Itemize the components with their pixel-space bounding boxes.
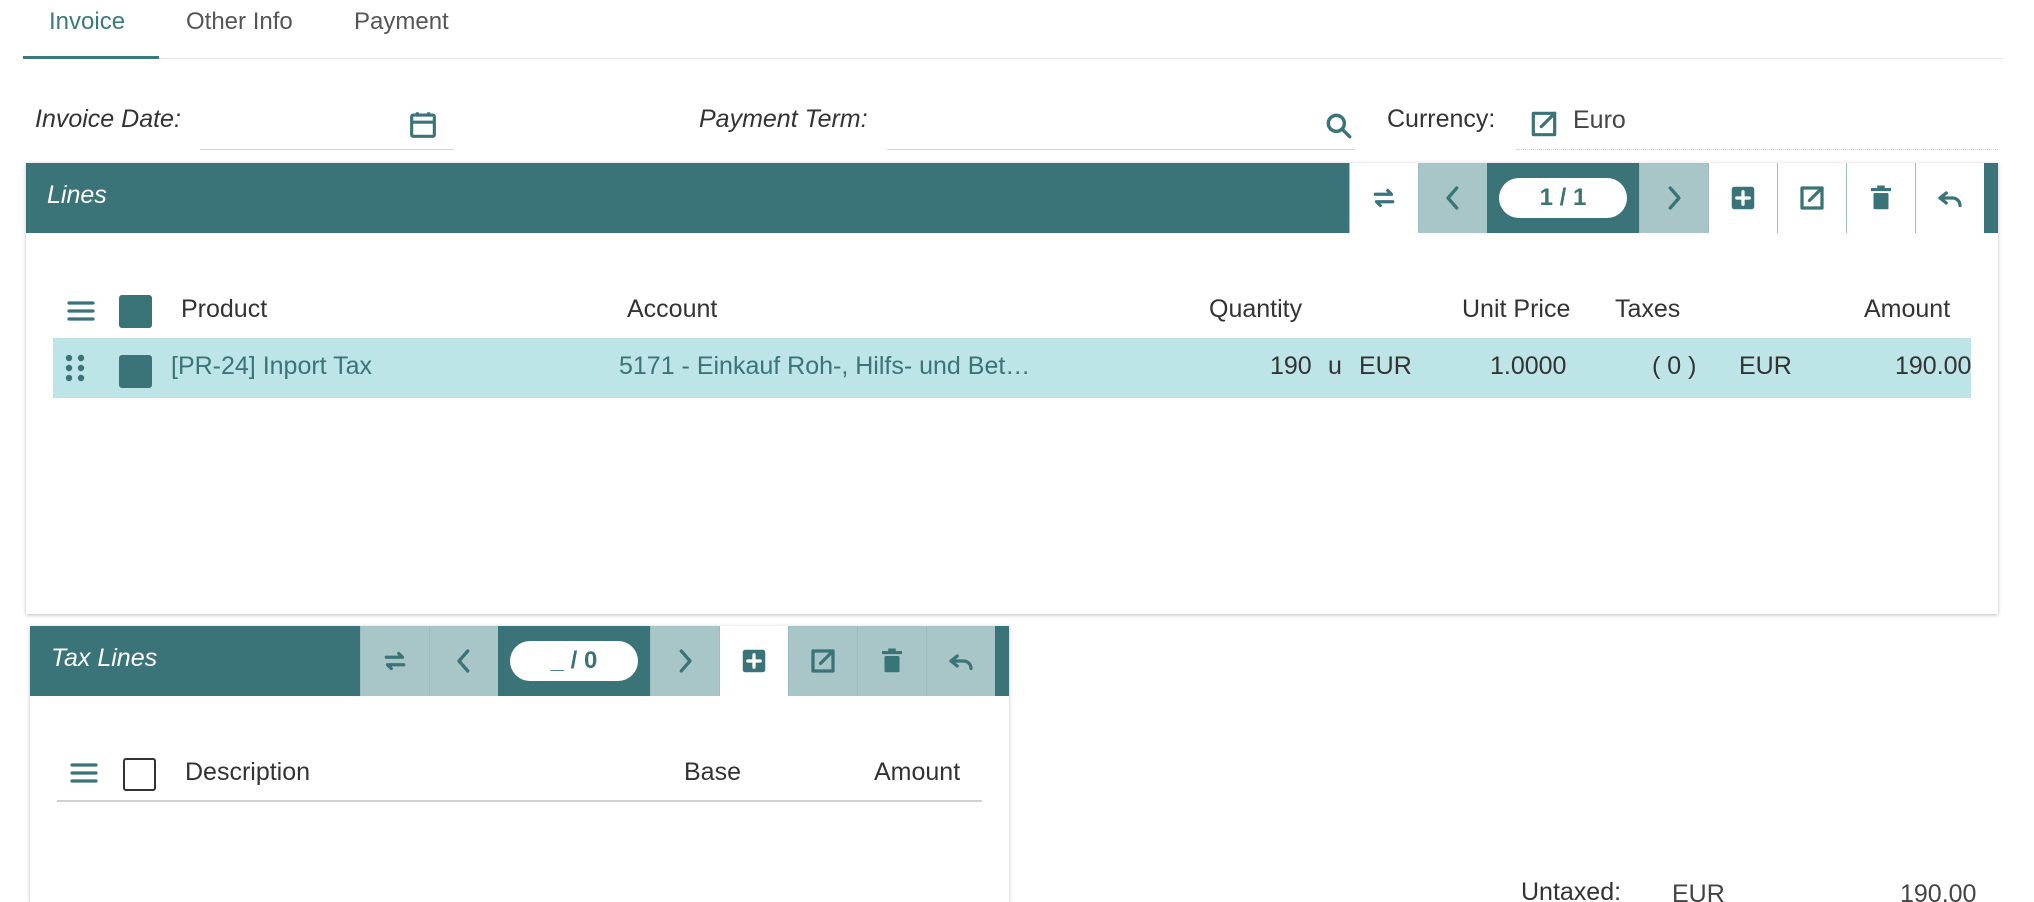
tax-counter-pill: _ / 0 xyxy=(510,641,638,681)
calendar-icon[interactable] xyxy=(406,108,440,147)
tax-select-all-checkbox[interactable] xyxy=(123,758,156,791)
chevron-right-icon xyxy=(1668,186,1681,210)
invoice-date-label: Invoice Date: xyxy=(35,105,181,133)
delete-line-button[interactable] xyxy=(1846,163,1915,233)
chevron-right-icon xyxy=(679,649,692,673)
table-row[interactable]: [PR-24] Inport Tax 5171 - Einkauf Roh-, … xyxy=(53,338,1971,398)
row-quantity: 190 xyxy=(1270,352,1312,380)
delete-icon xyxy=(882,648,902,673)
select-all-checkbox[interactable] xyxy=(119,295,152,328)
lines-panel: Lines 1 / 1 Product Account Quantity Uni… xyxy=(26,163,1998,614)
tax-add-line-button[interactable] xyxy=(719,626,788,696)
column-account[interactable]: Account xyxy=(627,295,717,324)
search-icon[interactable] xyxy=(1323,110,1355,147)
tab-payment[interactable]: Payment xyxy=(354,8,449,36)
row-amount-currency: EUR xyxy=(1739,352,1792,380)
column-tax-amount[interactable]: Amount xyxy=(874,758,960,787)
tax-record-counter: _ / 0 xyxy=(498,626,650,696)
drag-handle-icon[interactable] xyxy=(63,352,87,389)
tax-switch-view-button[interactable] xyxy=(360,626,429,696)
currency-value: Euro xyxy=(1573,106,1626,134)
menu-icon[interactable] xyxy=(68,757,100,794)
open-link-icon[interactable] xyxy=(1528,108,1560,145)
lines-title: Lines xyxy=(47,181,107,209)
row-taxes[interactable]: ( 0 ) xyxy=(1652,352,1696,381)
row-currency: EUR xyxy=(1359,352,1412,380)
column-taxes[interactable]: Taxes xyxy=(1615,295,1680,324)
add-line-button[interactable] xyxy=(1708,163,1777,233)
tax-delete-line-button[interactable] xyxy=(857,626,926,696)
lines-counter-pill: 1 / 1 xyxy=(1499,178,1627,218)
add-icon xyxy=(1731,186,1755,210)
delete-icon xyxy=(1871,185,1891,210)
currency-label: Currency: xyxy=(1387,105,1496,133)
switch-view-button[interactable] xyxy=(1349,163,1418,233)
column-unit-price[interactable]: Unit Price xyxy=(1462,295,1570,324)
row-unit-price: 1.0000 xyxy=(1490,352,1567,380)
edit-icon xyxy=(1800,186,1824,210)
column-description[interactable]: Description xyxy=(185,758,310,787)
lines-header: Lines 1 / 1 xyxy=(26,163,1998,233)
chevron-left-icon xyxy=(457,649,470,673)
tax-header-divider xyxy=(57,800,982,802)
edit-icon xyxy=(811,649,835,673)
open-line-button[interactable] xyxy=(1777,163,1846,233)
next-record-button[interactable] xyxy=(1639,163,1708,233)
currency-field[interactable]: Euro xyxy=(1516,104,1998,150)
lines-record-counter: 1 / 1 xyxy=(1487,163,1639,233)
tax-lines-header: Tax Lines _ / 0 xyxy=(30,626,1009,696)
undo-button[interactable] xyxy=(1915,163,1984,233)
previous-record-button[interactable] xyxy=(1418,163,1487,233)
tab-other-info[interactable]: Other Info xyxy=(186,8,293,36)
switch-view-icon xyxy=(1373,188,1395,208)
tax-lines-panel: Tax Lines _ / 0 Description Base Amount xyxy=(30,626,1009,902)
invoice-date-field[interactable] xyxy=(200,104,454,150)
tax-previous-record-button[interactable] xyxy=(429,626,498,696)
tax-undo-button[interactable] xyxy=(926,626,995,696)
tax-lines-toolbar: _ / 0 xyxy=(360,626,995,696)
tab-invoice[interactable]: Invoice xyxy=(49,8,125,36)
column-amount[interactable]: Amount xyxy=(1864,295,1950,324)
column-base[interactable]: Base xyxy=(684,758,741,787)
add-icon xyxy=(742,649,766,673)
undo-icon xyxy=(1938,191,1962,208)
menu-icon[interactable] xyxy=(65,295,97,332)
lines-toolbar: 1 / 1 xyxy=(1349,163,1984,233)
row-checkbox[interactable] xyxy=(119,355,152,388)
untaxed-value: 190.00 xyxy=(1900,880,1977,902)
payment-term-field[interactable] xyxy=(887,104,1355,150)
row-amount: 190.00 xyxy=(1895,352,1972,380)
undo-icon xyxy=(949,654,973,671)
row-unit: u xyxy=(1328,352,1342,380)
tab-bar: Invoice Other Info Payment xyxy=(23,0,483,60)
chevron-left-icon xyxy=(1446,186,1459,210)
tax-next-record-button[interactable] xyxy=(650,626,719,696)
payment-term-label: Payment Term: xyxy=(699,105,868,133)
untaxed-currency: EUR xyxy=(1672,880,1725,902)
column-product[interactable]: Product xyxy=(181,295,267,324)
row-account[interactable]: 5171 - Einkauf Roh-, Hilfs- und Bet… xyxy=(619,352,1030,381)
column-quantity[interactable]: Quantity xyxy=(1209,295,1302,324)
switch-view-icon xyxy=(384,651,406,671)
untaxed-label: Untaxed: xyxy=(1521,878,1622,902)
tax-lines-title: Tax Lines xyxy=(51,644,158,672)
tab-active-indicator xyxy=(23,56,159,59)
row-product[interactable]: [PR-24] Inport Tax xyxy=(171,352,372,381)
tax-open-line-button[interactable] xyxy=(788,626,857,696)
